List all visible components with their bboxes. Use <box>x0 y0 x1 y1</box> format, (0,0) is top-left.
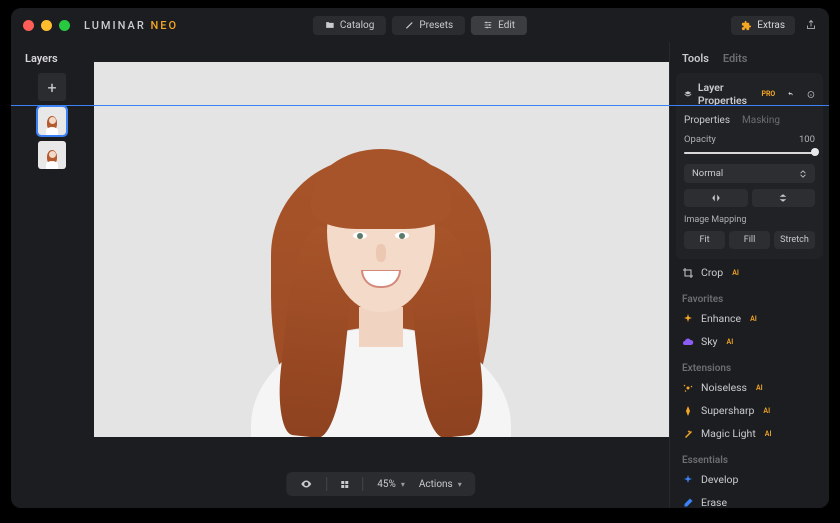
layers-panel: Layers + <box>11 42 93 508</box>
share-button[interactable] <box>805 16 817 35</box>
eye-icon <box>300 478 312 490</box>
wand-icon <box>404 20 414 30</box>
layers-title: Layers <box>11 52 58 65</box>
favorites-section: Favorites <box>682 284 817 307</box>
edit-tab[interactable]: Edit <box>471 16 527 35</box>
pro-badge: PRO <box>761 90 775 98</box>
image-mapping-label: Image Mapping <box>684 215 815 225</box>
erase-icon <box>682 497 694 509</box>
extras-button[interactable]: Extras <box>731 16 795 35</box>
cloud-icon <box>682 336 694 348</box>
image-canvas[interactable] <box>94 62 669 437</box>
magic-light-tool[interactable]: Magic LightAI <box>682 422 817 445</box>
maximize-window[interactable] <box>59 20 70 31</box>
ai-badge: AI <box>732 269 739 277</box>
opacity-label: Opacity <box>684 134 716 145</box>
presets-tab[interactable]: Presets <box>392 16 465 35</box>
opacity-value: 100 <box>799 134 815 145</box>
sky-tool[interactable]: SkyAI <box>682 330 817 353</box>
edits-tab[interactable]: Edits <box>723 52 748 65</box>
compare-icon <box>341 481 348 488</box>
right-panel: Tools Edits Layer Properties PRO Propert… <box>669 42 829 508</box>
fill-button[interactable]: Fill <box>729 231 770 249</box>
panel-title: Layer Properties <box>698 81 754 107</box>
app-brand: LUMINAR NEO <box>84 19 178 32</box>
denoise-icon <box>682 382 694 394</box>
horizontal-guide[interactable] <box>11 105 829 106</box>
share-icon <box>805 19 817 31</box>
stretch-button[interactable]: Stretch <box>774 231 815 249</box>
toggle-visibility-button[interactable] <box>300 478 312 490</box>
essentials-section: Essentials <box>682 445 817 468</box>
portrait-image <box>241 127 521 437</box>
blend-mode-dropdown[interactable]: Normal <box>684 164 815 183</box>
titlebar: LUMINAR NEO Catalog Presets Edit Extras <box>11 8 829 42</box>
chevron-down-icon: ▾ <box>401 480 405 489</box>
catalog-tab[interactable]: Catalog <box>313 16 386 35</box>
erase-tool[interactable]: Erase <box>682 491 817 508</box>
sharpen-icon <box>682 405 694 417</box>
tools-tab[interactable]: Tools <box>682 52 709 65</box>
info-icon[interactable] <box>807 89 815 100</box>
layer-properties-panel: Layer Properties PRO Properties Masking … <box>676 73 823 259</box>
extensions-section: Extensions <box>682 353 817 376</box>
folder-icon <box>325 20 335 30</box>
zoom-dropdown[interactable]: 45%▾ <box>377 479 405 490</box>
flip-h-icon <box>711 193 721 203</box>
canvas-toolbar: 45%▾ Actions▾ <box>286 472 475 496</box>
layer-thumb-2[interactable] <box>38 141 66 169</box>
close-window[interactable] <box>23 20 34 31</box>
supersharp-tool[interactable]: SupersharpAI <box>682 399 817 422</box>
flip-vertical-button[interactable] <box>752 189 816 207</box>
canvas-area: 45%▾ Actions▾ <box>93 42 669 508</box>
layers-icon <box>684 89 692 100</box>
develop-icon <box>682 474 694 486</box>
crop-icon <box>682 267 694 279</box>
puzzle-icon <box>741 20 752 31</box>
window-controls <box>23 20 70 31</box>
actions-dropdown[interactable]: Actions▾ <box>419 479 462 490</box>
magic-icon <box>682 428 694 440</box>
enhance-tool[interactable]: EnhanceAI <box>682 307 817 330</box>
noiseless-tool[interactable]: NoiselessAI <box>682 376 817 399</box>
crop-tool[interactable]: CropAI <box>682 261 817 284</box>
updown-icon <box>799 170 807 178</box>
undo-icon[interactable] <box>787 89 795 100</box>
fit-button[interactable]: Fit <box>684 231 725 249</box>
flip-v-icon <box>778 193 788 203</box>
masking-subtab[interactable]: Masking <box>742 115 780 126</box>
add-layer-button[interactable]: + <box>38 73 66 101</box>
compare-view-button[interactable] <box>341 481 348 488</box>
layer-thumb-1[interactable] <box>38 107 66 135</box>
develop-tool[interactable]: Develop <box>682 468 817 491</box>
sliders-icon <box>483 20 493 30</box>
properties-subtab[interactable]: Properties <box>684 115 730 126</box>
minimize-window[interactable] <box>41 20 52 31</box>
sparkle-icon <box>682 313 694 325</box>
chevron-down-icon: ▾ <box>458 480 462 489</box>
flip-horizontal-button[interactable] <box>684 189 748 207</box>
opacity-slider[interactable] <box>684 148 815 158</box>
